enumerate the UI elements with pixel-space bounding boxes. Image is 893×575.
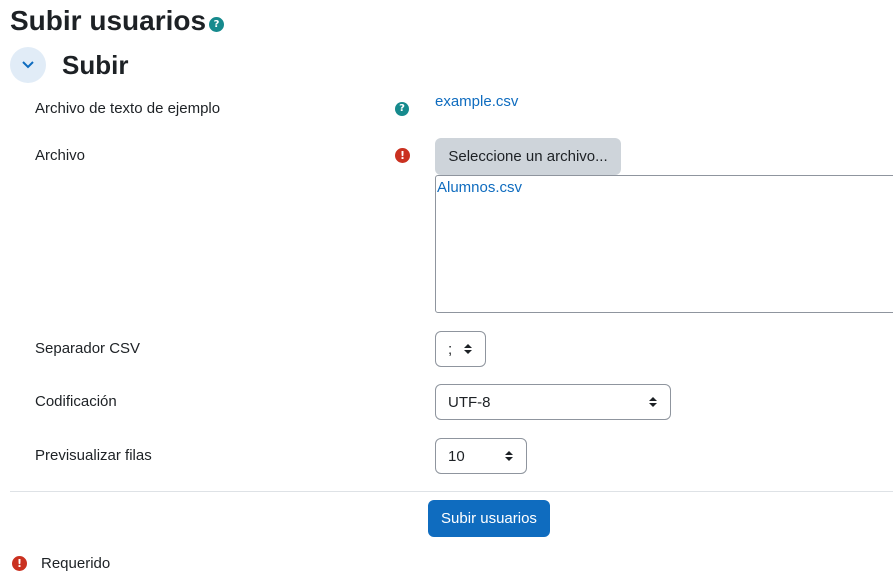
encoding-label: Codificación [35,393,117,410]
chevron-down-icon [22,61,34,69]
page-title: Subir usuarios ? [10,3,225,39]
preview-rows-select[interactable]: 10 [435,438,527,474]
required-legend: Requerido [41,555,111,572]
choose-file-button[interactable]: Seleccione un archivo... [435,138,621,175]
select-arrows-icon [504,451,514,461]
collapse-section-button[interactable] [10,47,46,83]
encoding-select[interactable]: UTF-8 [435,384,671,420]
encoding-value: UTF-8 [448,393,491,411]
required-icon: ! [395,148,410,163]
page-title-text: Subir usuarios [10,5,207,36]
select-arrows-icon [463,344,473,354]
help-icon[interactable]: ? [395,102,409,116]
selected-file-link[interactable]: Alumnos.csv [437,179,522,196]
submit-button[interactable]: Subir usuarios [428,500,550,537]
file-drop-area[interactable]: Alumnos.csv [435,175,893,313]
separator-value: ; [448,340,453,358]
separator-select[interactable]: ; [435,331,486,367]
preview-rows-label: Previsualizar filas [35,447,152,464]
example-file-label: Archivo de texto de ejemplo [35,100,221,117]
file-label: Archivo [35,147,86,164]
select-arrows-icon [648,397,658,407]
separator-label: Separador CSV [35,340,141,357]
divider [10,491,893,492]
required-icon: ! [12,556,27,571]
preview-rows-value: 10 [448,447,465,465]
help-icon[interactable]: ? [209,16,225,32]
section-title: Subir [62,50,129,80]
example-csv-link[interactable]: example.csv [435,93,518,110]
